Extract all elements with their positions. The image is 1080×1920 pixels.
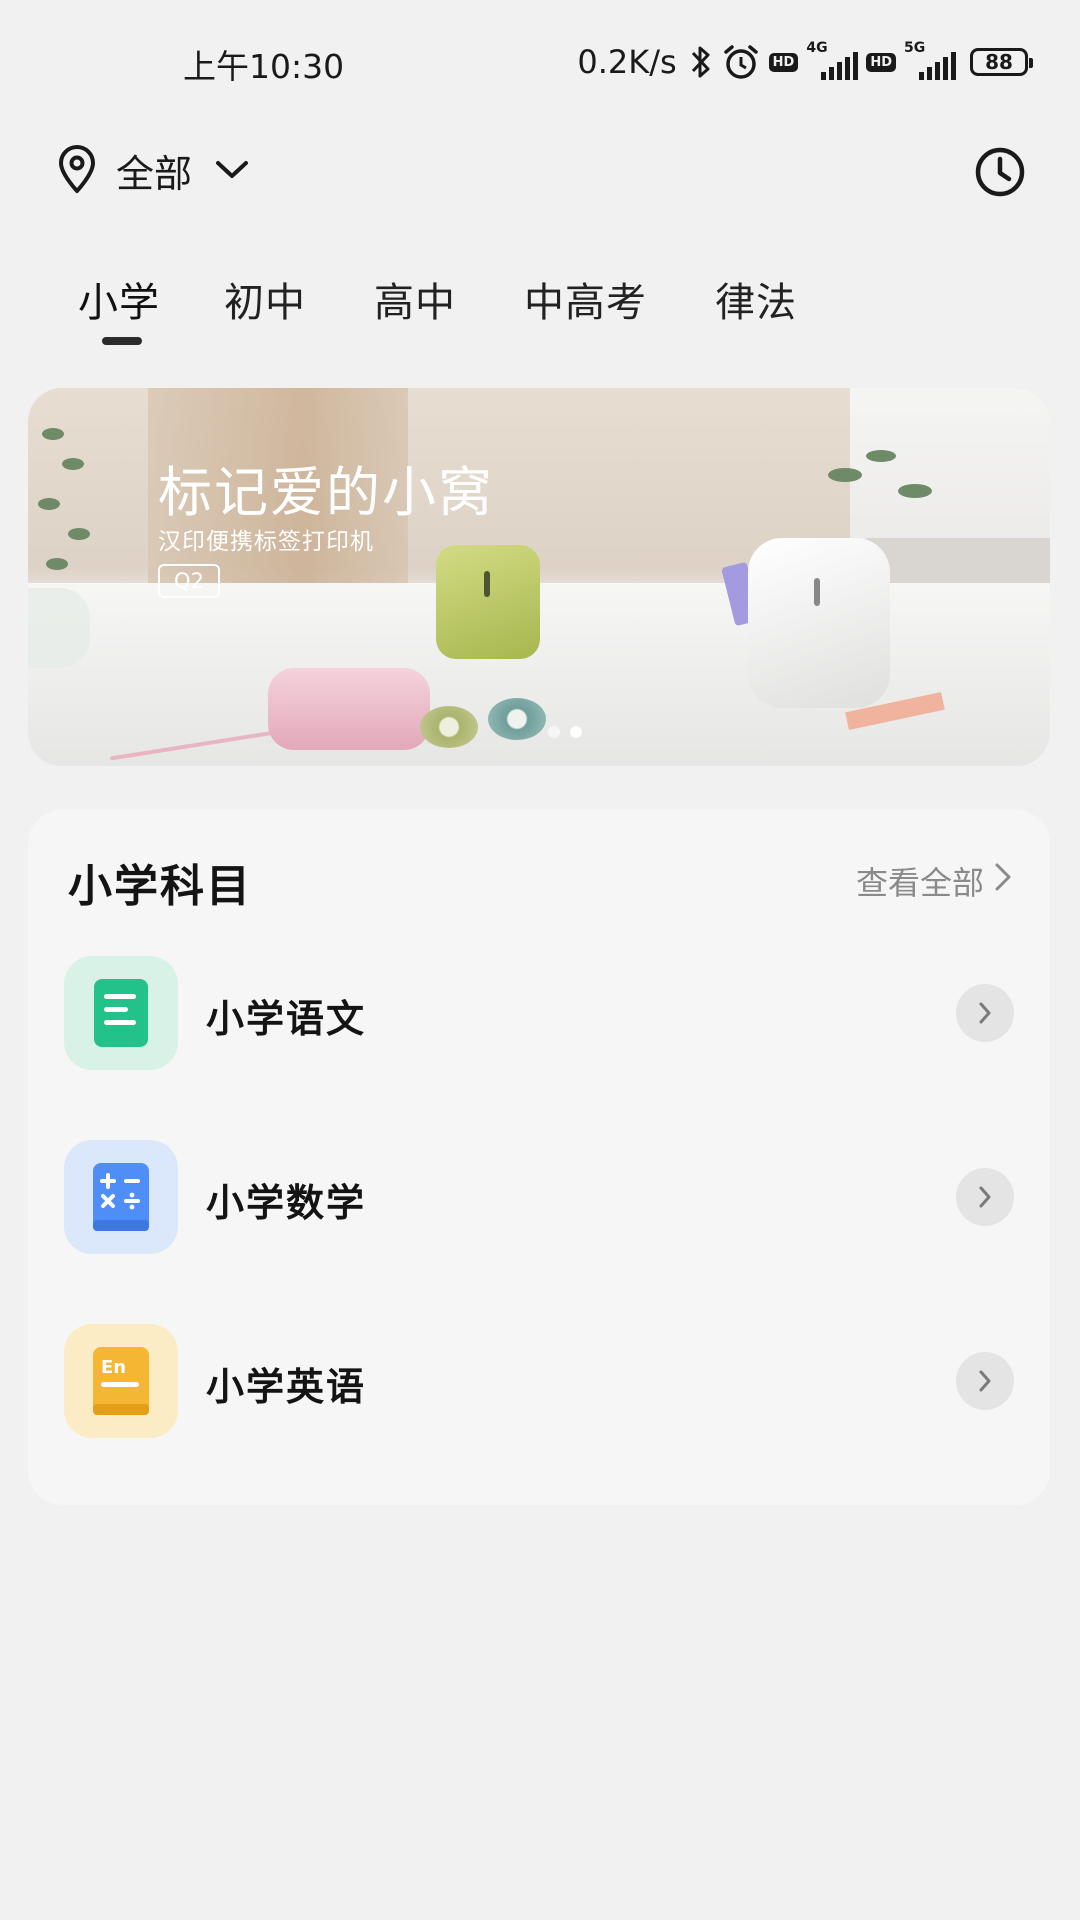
banner-model-tag: Q2 bbox=[158, 564, 220, 598]
view-all-label: 查看全部 bbox=[855, 864, 984, 902]
pagination-dot-active[interactable] bbox=[570, 726, 582, 738]
svg-text:En: En bbox=[101, 1357, 126, 1378]
view-all-link[interactable]: 查看全部 bbox=[856, 858, 1012, 904]
pagination-dot[interactable] bbox=[548, 726, 560, 738]
subject-item-chinese[interactable]: 小学语文 bbox=[64, 956, 1014, 1070]
chevron-down-icon bbox=[214, 158, 250, 182]
status-time: 上午10:30 bbox=[183, 47, 345, 86]
tape-roll-image bbox=[420, 706, 478, 748]
clock-icon bbox=[974, 147, 1026, 202]
document-icon bbox=[64, 956, 178, 1070]
chevron-right-icon bbox=[956, 1352, 1014, 1410]
subject-label: 小学数学 bbox=[206, 1181, 367, 1225]
tab-exams[interactable]: 中高考 bbox=[524, 270, 647, 328]
status-bar: 上午10:30 0.2K/s HD 4G HD 5G 88 bbox=[0, 0, 1080, 130]
category-tabs: 小学 初中 高中 中高考 律法 bbox=[78, 270, 865, 328]
chevron-right-icon bbox=[956, 984, 1014, 1042]
subjects-card: 小学科目 查看全部 小学语文 小学数学 En 小学英语 bbox=[28, 810, 1050, 1505]
plant-decoration bbox=[28, 588, 90, 668]
calculator-icon bbox=[64, 1140, 178, 1254]
tape-roll-image bbox=[488, 698, 546, 740]
hd-icon: HD bbox=[768, 52, 799, 72]
printer-green-image bbox=[436, 545, 540, 659]
subject-item-math[interactable]: 小学数学 bbox=[64, 1140, 1014, 1254]
chevron-right-icon bbox=[994, 862, 1012, 900]
location-label: 全部 bbox=[116, 151, 193, 196]
battery-icon: 88 bbox=[970, 48, 1033, 76]
english-book-icon: En bbox=[64, 1324, 178, 1438]
status-icons: 0.2K/s HD 4G HD 5G 88 bbox=[577, 38, 1033, 86]
promo-banner[interactable]: 标记爱的小窝 汉印便携标签打印机 Q2 bbox=[28, 388, 1050, 766]
signal-5g-icon: 5G bbox=[904, 40, 956, 84]
subjects-card-title: 小学科目 bbox=[68, 861, 252, 912]
chevron-right-icon bbox=[956, 1168, 1014, 1226]
hd-icon-2: HD bbox=[866, 52, 896, 72]
history-button[interactable] bbox=[974, 146, 1026, 198]
network-speed: 0.2K/s bbox=[577, 43, 677, 81]
signal-4g-icon: 4G bbox=[806, 40, 859, 84]
banner-pagination bbox=[548, 726, 582, 738]
banner-subtitle: 汉印便携标签打印机 bbox=[158, 529, 374, 555]
subject-label: 小学语文 bbox=[206, 997, 367, 1041]
tab-primary-school[interactable]: 小学 bbox=[78, 270, 160, 328]
active-tab-indicator bbox=[102, 337, 142, 345]
bluetooth-icon bbox=[689, 43, 713, 81]
location-pin-icon bbox=[56, 145, 98, 195]
subject-item-english[interactable]: En 小学英语 bbox=[64, 1324, 1014, 1438]
tab-senior-high[interactable]: 高中 bbox=[374, 270, 456, 328]
tab-law[interactable]: 律法 bbox=[715, 270, 797, 328]
subject-label: 小学英语 bbox=[206, 1365, 367, 1409]
printer-white-image bbox=[748, 538, 890, 708]
alarm-icon bbox=[721, 42, 761, 82]
banner-title: 标记爱的小窝 bbox=[158, 461, 494, 524]
location-selector[interactable]: 全部 bbox=[56, 140, 250, 200]
tab-junior-high[interactable]: 初中 bbox=[224, 270, 306, 328]
printer-pink-image bbox=[268, 668, 430, 750]
